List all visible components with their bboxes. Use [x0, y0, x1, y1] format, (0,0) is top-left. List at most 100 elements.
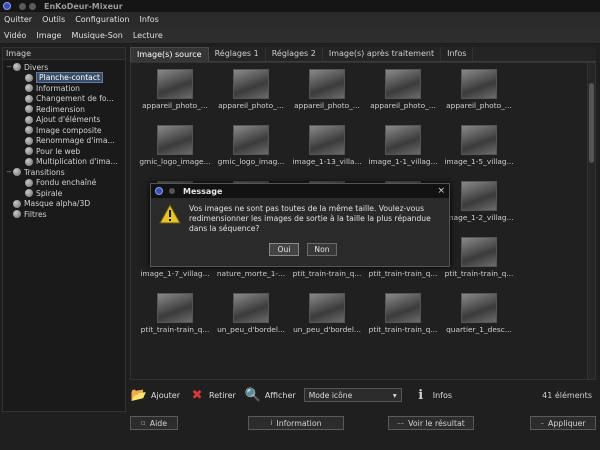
expander-icon[interactable]: −	[5, 168, 13, 176]
tree-item[interactable]: − Divers	[3, 62, 125, 73]
thumbnail-item[interactable]: appareil_photo_...	[135, 69, 215, 119]
thumbnail-item[interactable]: appareil_photo_...	[211, 69, 291, 119]
tool-bullet-icon	[25, 94, 33, 103]
tree-item[interactable]: Fondu enchaîné	[3, 178, 125, 189]
yes-button[interactable]: Oui	[269, 243, 299, 256]
dialog-menu-icon[interactable]	[169, 188, 175, 194]
mode-bar: Vidéo Image Musique-Son Lecture	[0, 27, 600, 44]
thumbnail-item[interactable]: appareil_photo_...	[287, 69, 367, 119]
title-bar: EnKoDeur-Mixeur	[0, 0, 600, 12]
tab-images-apres[interactable]: Image(s) après traitement	[323, 47, 442, 61]
tree-item-label: Divers	[24, 62, 49, 72]
mode-lecture[interactable]: Lecture	[133, 31, 163, 40]
tab-image-source[interactable]: Image(s) source	[130, 47, 209, 61]
grid-scrollbar[interactable]	[587, 63, 595, 379]
thumbnail-caption: image_1-1_villag...	[368, 157, 438, 166]
tool-bullet-icon	[13, 199, 21, 208]
tree-item-label: Renommage d'ima...	[36, 136, 115, 146]
thumbnail-item[interactable]: un_peu_d'bordel...	[211, 293, 291, 343]
thumbnail-item[interactable]: image_1-2_villag...	[439, 181, 519, 231]
window-minimize-icon[interactable]	[19, 2, 26, 10]
tree-item[interactable]: Ajout d'éléments	[3, 115, 125, 126]
thumbnail-image	[385, 125, 421, 155]
preview-result-button[interactable]: –– Voir le résultat	[388, 416, 474, 430]
add-button[interactable]: 📂 Ajouter	[130, 386, 180, 404]
thumbnail-item[interactable]: quartier_1_desc...	[439, 293, 519, 343]
tab-bar: Image(s) source Réglages 1 Réglages 2 Im…	[130, 47, 596, 62]
thumbnail-item[interactable]: gmic_logo_imag...	[211, 125, 291, 175]
thumbnail-caption: ptit_train-train_q...	[368, 325, 438, 334]
thumbnail-image	[461, 237, 497, 267]
tool-bullet-icon	[13, 63, 21, 72]
thumbnail-item[interactable]: ptit_train-train_q...	[135, 293, 215, 343]
tree-item[interactable]: Renommage d'ima...	[3, 136, 125, 147]
help-button[interactable]: ▫ Aide	[130, 416, 178, 430]
thumbnail-item[interactable]: appareil_photo_...	[439, 69, 519, 119]
tool-bullet-icon	[13, 168, 21, 177]
thumbnail-item[interactable]: ptit_train-train_q...	[363, 293, 443, 343]
menu-infos[interactable]: Infos	[139, 15, 158, 24]
apply-button[interactable]: – Appliquer	[530, 416, 596, 430]
menu-quitter[interactable]: Quitter	[4, 15, 32, 24]
thumbnail-item[interactable]: ptit_train-train_q...	[439, 237, 519, 287]
view-mode-value: Mode icône	[308, 390, 353, 400]
app-icon[interactable]	[3, 2, 11, 10]
tool-bullet-icon	[25, 73, 33, 82]
tool-tree-panel: Image − Divers Planche-contact Information C…	[2, 47, 126, 412]
menu-configuration[interactable]: Configuration	[75, 15, 129, 24]
thumbnail-caption: un_peu_d'bordel...	[293, 325, 361, 334]
thumbnail-caption: image_1-7_villag...	[140, 269, 210, 278]
scrollbar-thumb[interactable]	[589, 83, 594, 163]
no-button[interactable]: Non	[307, 243, 337, 256]
tab-reglages-1[interactable]: Réglages 1	[209, 47, 266, 61]
tree-item[interactable]: Information	[3, 83, 125, 94]
thumbnail-item[interactable]: un_peu_d'bordel...	[287, 293, 367, 343]
tree-item[interactable]: Pour le web	[3, 146, 125, 157]
tree-item[interactable]: Planche-contact	[3, 72, 125, 84]
dialog-body: Vos images ne sont pas toutes de la même…	[151, 198, 449, 234]
tree-item[interactable]: Multiplication d'ima...	[3, 157, 125, 168]
dialog-message: Vos images ne sont pas toutes de la même…	[189, 204, 431, 233]
tree-item[interactable]: Filtres	[3, 209, 125, 220]
thumbnail-item[interactable]: image_1-13_villa...	[287, 125, 367, 175]
tool-bullet-icon	[13, 210, 21, 219]
tool-bullet-icon	[25, 84, 33, 93]
thumbnail-item[interactable]: image_1-1_villag...	[363, 125, 443, 175]
menu-outils[interactable]: Outils	[42, 15, 65, 24]
mode-video[interactable]: Vidéo	[4, 31, 26, 40]
thumbnail-caption: ptit_train-train_q...	[292, 269, 362, 278]
tree-item[interactable]: Redimension	[3, 104, 125, 115]
show-button[interactable]: 🔍 Afficher	[244, 386, 296, 404]
tree-item[interactable]: Changement de fo...	[3, 94, 125, 105]
tree-item[interactable]: Image composite	[3, 125, 125, 136]
thumbnail-caption: image_1-13_villa...	[292, 157, 362, 166]
tool-bullet-icon	[25, 126, 33, 135]
tab-reglages-2[interactable]: Réglages 2	[266, 47, 323, 61]
tree-item-label: Ajout d'éléments	[36, 115, 101, 125]
information-button[interactable]: i Information	[248, 416, 344, 430]
view-mode-select[interactable]: Mode icône ▾	[303, 388, 402, 402]
remove-button[interactable]: ✖ Retirer	[188, 386, 236, 404]
warning-icon	[159, 203, 181, 224]
tree-item-label: Multiplication d'ima...	[36, 157, 118, 167]
mode-image[interactable]: Image	[36, 31, 61, 40]
tool-bullet-icon	[25, 189, 33, 198]
tree-item[interactable]: Spirale	[3, 188, 125, 199]
tree-item[interactable]: Masque alpha/3D	[3, 199, 125, 210]
mode-musique-son[interactable]: Musique-Son	[71, 31, 122, 40]
thumbnail-caption: appareil_photo_...	[294, 101, 360, 110]
thumbnail-image	[461, 181, 497, 211]
expander-icon[interactable]: −	[5, 63, 13, 71]
preview-label: Voir le résultat	[408, 418, 465, 428]
tree-item[interactable]: − Transitions	[3, 167, 125, 178]
thumbnail-item[interactable]: image_1-5_villag...	[439, 125, 519, 175]
thumbnail-item[interactable]: gmic_logo_image...	[135, 125, 215, 175]
thumbnail-item[interactable]: appareil_photo_...	[363, 69, 443, 119]
thumbnail-caption: ptit_train-train_q...	[368, 269, 438, 278]
thumbnail-caption: image_1-5_villag...	[444, 157, 514, 166]
tree-item-label: Information	[36, 83, 80, 93]
info-button[interactable]: i Infos	[412, 386, 452, 404]
window-maximize-icon[interactable]	[29, 2, 36, 10]
close-icon[interactable]: ×	[437, 186, 445, 196]
tab-infos[interactable]: Infos	[441, 47, 474, 61]
